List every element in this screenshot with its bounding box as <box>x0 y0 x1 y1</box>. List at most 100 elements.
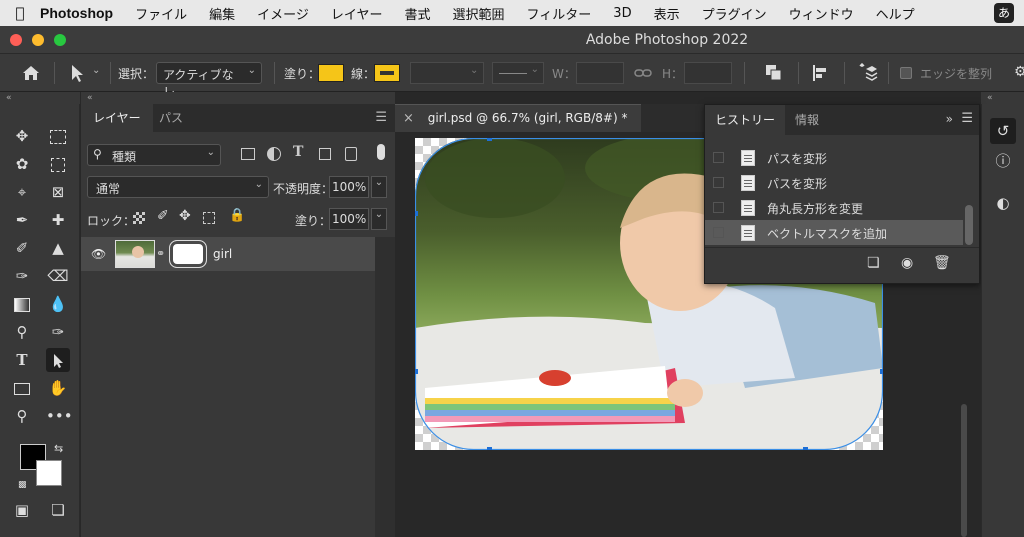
properties-panel-icon[interactable]: ◐ <box>990 190 1016 216</box>
eyedropper-tool-icon[interactable]: ✒ <box>10 208 34 232</box>
menu-select[interactable]: 選択範囲 <box>453 4 505 23</box>
select-mode-dropdown[interactable]: アクティブなレ… ⌄ <box>156 62 262 99</box>
history-source-checkbox[interactable] <box>713 202 724 213</box>
settings-gear-icon[interactable]: ⚙ <box>1014 64 1024 80</box>
opacity-field[interactable]: 100% <box>329 176 369 198</box>
default-colors-icon[interactable]: ▩ <box>18 480 27 490</box>
link-icon[interactable]: ⚭ <box>156 247 165 260</box>
zoom-tool-icon[interactable]: ⚲ <box>10 404 34 428</box>
tab-paths[interactable]: パス <box>147 104 195 132</box>
link-icon[interactable] <box>634 66 652 80</box>
document-tab[interactable]: × girl.psd @ 66.7% (girl, RGB/8#) * <box>395 104 641 132</box>
opacity-chevron-icon[interactable]: ⌄ <box>371 176 387 198</box>
healing-brush-tool-icon[interactable]: ✚ <box>46 208 70 232</box>
lasso-tool-icon[interactable]: ✿ <box>10 152 34 176</box>
lock-paint-brush-icon[interactable]: ✐ <box>157 208 169 224</box>
history-source-checkbox[interactable] <box>713 152 724 163</box>
path-alignment-icon[interactable] <box>810 63 830 83</box>
panel-menu-icon[interactable]: ☰ <box>375 110 387 125</box>
layers-collapse-strip[interactable]: « <box>81 92 395 104</box>
lock-artboard-icon[interactable] <box>203 212 215 224</box>
clone-stamp-tool-icon[interactable]: ▲ <box>46 236 70 260</box>
type-layer-filter-icon[interactable]: T <box>293 144 303 160</box>
height-field[interactable] <box>684 62 732 84</box>
fill-color-swatch[interactable] <box>318 64 344 82</box>
width-field[interactable] <box>576 62 624 84</box>
menu-plugins[interactable]: プラグイン <box>702 4 767 23</box>
history-item[interactable]: 角丸長方形を変更 <box>705 195 963 220</box>
dodge-tool-icon[interactable]: ⚲ <box>10 320 34 344</box>
layers-scroll-track[interactable] <box>375 237 395 537</box>
menu-filter[interactable]: フィルター <box>527 4 592 23</box>
adjustment-layer-filter-icon[interactable] <box>267 147 281 161</box>
lock-all-icon[interactable]: 🔒 <box>229 208 245 223</box>
apple-menu-icon[interactable]:  <box>0 4 40 22</box>
menu-image[interactable]: イメージ <box>257 4 309 23</box>
path-arrangement-icon[interactable] <box>858 62 878 83</box>
tab-info[interactable]: 情報 <box>785 105 829 135</box>
menu-layer[interactable]: レイヤー <box>331 4 383 23</box>
document-scrollbar[interactable] <box>961 404 967 537</box>
new-document-from-state-icon[interactable]: ❏ <box>867 255 880 271</box>
shape-layer-filter-icon[interactable] <box>319 148 331 160</box>
menu-3d[interactable]: 3D <box>613 6 631 21</box>
history-item[interactable]: パスを変形 <box>705 170 963 195</box>
blur-tool-icon[interactable]: 💧 <box>46 292 70 316</box>
screen-mode-icon[interactable]: ❏ <box>46 498 70 522</box>
lock-transparency-icon[interactable] <box>133 212 145 224</box>
quick-mask-icon[interactable]: ▣ <box>10 498 34 522</box>
tab-layers[interactable]: レイヤー <box>81 104 153 132</box>
smart-object-filter-icon[interactable] <box>345 147 357 161</box>
gradient-tool-icon[interactable] <box>10 292 34 316</box>
panel-menu-icon[interactable]: ☰ <box>961 111 973 126</box>
menu-app-name[interactable]: Photoshop <box>40 5 113 21</box>
collapse-panel-icon[interactable]: » <box>946 112 953 126</box>
history-panel-icon[interactable]: ↺ <box>990 118 1016 144</box>
stroke-color-swatch[interactable] <box>374 64 400 82</box>
path-operations-icon[interactable] <box>764 63 784 83</box>
trash-icon[interactable]: 🗑 <box>933 255 951 271</box>
filter-toggle-switch[interactable] <box>377 144 385 160</box>
menu-window[interactable]: ウィンドウ <box>789 4 854 23</box>
right-collapse-strip[interactable]: « <box>981 92 1024 104</box>
layer-fill-field[interactable]: 100% <box>329 208 369 230</box>
vector-mask-thumbnail[interactable] <box>169 240 207 268</box>
align-edges-checkbox[interactable] <box>900 67 912 79</box>
pen-tool-icon[interactable]: ✑ <box>46 320 70 344</box>
tab-history[interactable]: ヒストリー <box>705 105 786 135</box>
tool-preset-chevron-icon[interactable]: ⌄ <box>92 65 100 76</box>
layer-name[interactable]: girl <box>213 247 232 261</box>
fill-chevron-icon[interactable]: ⌄ <box>371 208 387 230</box>
close-tab-icon[interactable]: × <box>403 111 414 126</box>
stroke-type-dropdown[interactable]: ⌄ <box>492 62 544 84</box>
lock-position-icon[interactable]: ✥ <box>179 208 191 224</box>
frame-tool-icon[interactable]: ⊠ <box>46 180 70 204</box>
history-item-selected[interactable]: ベクトルマスクを追加 <box>705 220 963 245</box>
marquee-tool-icon[interactable] <box>46 124 70 148</box>
move-tool-icon[interactable]: ✥ <box>10 124 34 148</box>
menu-file[interactable]: ファイル <box>135 4 187 23</box>
path-selection-tool-icon[interactable] <box>66 62 88 84</box>
object-selection-tool-icon[interactable] <box>46 152 70 176</box>
menu-view[interactable]: 表示 <box>654 4 680 23</box>
pixel-layer-filter-icon[interactable] <box>241 148 255 160</box>
rectangle-tool-icon[interactable] <box>10 376 34 400</box>
input-mode-indicator[interactable]: あ <box>994 3 1014 23</box>
camera-icon[interactable]: ◉ <box>901 255 913 271</box>
hand-tool-icon[interactable]: ✋ <box>46 376 70 400</box>
layer-filter-dropdown[interactable]: ⚲ 種類 ⌄ <box>87 144 221 166</box>
path-selection-tool-icon[interactable] <box>46 348 70 372</box>
layer-thumbnail[interactable] <box>115 240 155 268</box>
crop-tool-icon[interactable]: ⌖ <box>10 180 34 204</box>
eraser-tool-icon[interactable]: ⌫ <box>46 264 70 288</box>
tools-collapse-strip[interactable]: « <box>0 92 80 104</box>
history-brush-tool-icon[interactable]: ✑ <box>10 264 34 288</box>
history-source-checkbox[interactable] <box>713 177 724 188</box>
history-item[interactable]: パスを変形 <box>705 145 963 170</box>
more-tools-icon[interactable]: ••• <box>46 404 73 428</box>
menu-help[interactable]: ヘルプ <box>876 4 915 23</box>
history-scrollbar-thumb[interactable] <box>965 205 973 245</box>
info-panel-icon[interactable]: ⓘ <box>990 148 1016 174</box>
visibility-eye-icon[interactable]: 👁 <box>91 247 106 261</box>
blend-mode-dropdown[interactable]: 通常 ⌄ <box>87 176 269 198</box>
